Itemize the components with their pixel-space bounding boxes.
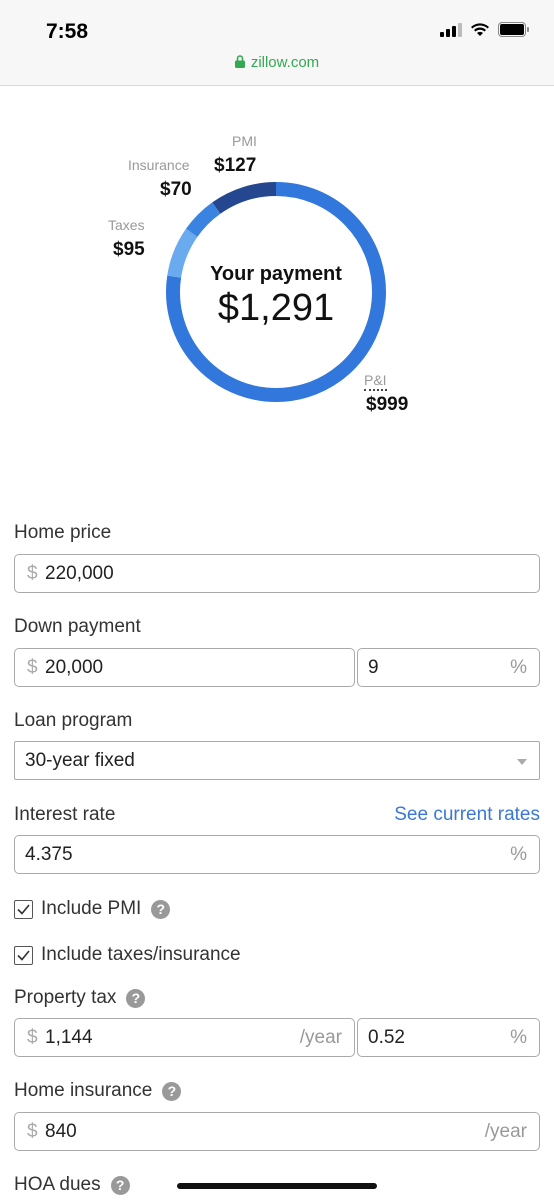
home-insurance-label: Home insurance ? xyxy=(14,1080,182,1102)
property-tax-input[interactable]: $ 1,144 /year xyxy=(14,1018,355,1057)
pmi-value: $127 xyxy=(214,155,257,176)
dollar-prefix: $ xyxy=(27,563,38,584)
hoa-dues-label: HOA dues ? xyxy=(14,1174,130,1196)
insurance-label: Insurance xyxy=(128,157,190,173)
home-insurance-input[interactable]: $ 840 /year xyxy=(14,1112,540,1151)
property-tax-percent-input[interactable]: 0.52 % xyxy=(357,1018,540,1057)
checkmark-icon xyxy=(17,903,30,915)
home-insurance-value: 840 xyxy=(45,1121,77,1142)
down-payment-percent-input[interactable]: 9 % xyxy=(357,648,540,687)
interest-rate-label: Interest rate xyxy=(14,804,116,825)
include-pmi-label: Include PMI xyxy=(41,898,142,919)
pmi-label: PMI xyxy=(232,133,257,149)
home-insurance-text: Home insurance xyxy=(14,1080,153,1101)
down-payment-percent-value: 9 xyxy=(368,657,379,678)
loan-program-select[interactable]: 30-year fixed xyxy=(14,741,540,780)
include-taxes-checkbox[interactable] xyxy=(14,945,33,965)
home-price-input[interactable]: $ 220,000 xyxy=(14,554,540,593)
cellular-signal-icon xyxy=(440,22,462,37)
url-bar[interactable]: zillow.com xyxy=(0,54,554,71)
hoa-dues-text: HOA dues xyxy=(14,1174,101,1195)
dollar-prefix: $ xyxy=(27,1027,38,1048)
per-year-suffix: /year xyxy=(299,1027,342,1048)
see-current-rates-link[interactable]: See current rates xyxy=(394,804,540,826)
per-year-suffix: /year xyxy=(484,1121,527,1142)
battery-icon xyxy=(498,22,529,37)
help-icon[interactable]: ? xyxy=(126,988,146,1008)
down-payment-label: Down payment xyxy=(14,616,141,637)
wifi-icon xyxy=(471,22,489,36)
chevron-down-icon xyxy=(517,759,527,765)
lock-icon xyxy=(234,55,245,68)
insurance-value: $70 xyxy=(160,179,192,200)
url-text: zillow.com xyxy=(250,54,320,71)
payment-breakdown-chart: Your payment $1,291 PMI $127 Insurance $… xyxy=(0,120,554,450)
property-tax-label: Property tax ? xyxy=(14,987,146,1009)
percent-suffix: % xyxy=(510,657,527,678)
checkmark-icon xyxy=(17,949,30,961)
clock: 7:58 xyxy=(46,20,89,43)
loan-program-label: Loan program xyxy=(14,710,133,731)
interest-rate-value: 4.375 xyxy=(25,844,73,865)
home-price-label: Home price xyxy=(14,522,112,543)
dollar-prefix: $ xyxy=(27,1121,38,1142)
percent-suffix: % xyxy=(510,844,527,865)
home-indicator[interactable] xyxy=(177,1183,377,1189)
include-pmi-checkbox[interactable] xyxy=(14,899,33,919)
down-payment-value: 20,000 xyxy=(45,657,104,678)
donut-segment-insurance xyxy=(185,202,221,238)
system-icons xyxy=(440,22,530,37)
down-payment-input[interactable]: $ 20,000 xyxy=(14,648,355,687)
property-tax-value: 1,144 xyxy=(45,1027,93,1048)
include-taxes-label: Include taxes/insurance xyxy=(41,944,241,965)
payment-title: Your payment xyxy=(210,263,342,285)
help-icon[interactable]: ? xyxy=(110,1175,130,1195)
status-bar: 7:58 zillow.com xyxy=(0,0,554,86)
payment-amount: $1,291 xyxy=(217,287,335,329)
percent-suffix: % xyxy=(510,1027,527,1048)
interest-rate-input[interactable]: 4.375 % xyxy=(14,835,540,874)
include-taxes-row[interactable]: Include taxes/insurance xyxy=(14,944,241,966)
include-pmi-row[interactable]: Include PMI ? xyxy=(14,898,171,920)
home-price-value: 220,000 xyxy=(45,563,114,584)
taxes-label: Taxes xyxy=(108,217,145,233)
pi-value: $999 xyxy=(366,394,409,415)
pi-label[interactable]: P&I xyxy=(364,372,387,391)
property-tax-text: Property tax xyxy=(14,987,117,1008)
help-icon[interactable]: ? xyxy=(162,1081,182,1101)
help-icon[interactable]: ? xyxy=(151,899,171,919)
loan-program-value: 30-year fixed xyxy=(25,750,135,771)
property-tax-percent-value: 0.52 xyxy=(368,1027,405,1048)
taxes-value: $95 xyxy=(113,239,145,260)
donut-segment-pmi xyxy=(212,182,277,214)
dollar-prefix: $ xyxy=(27,657,38,678)
